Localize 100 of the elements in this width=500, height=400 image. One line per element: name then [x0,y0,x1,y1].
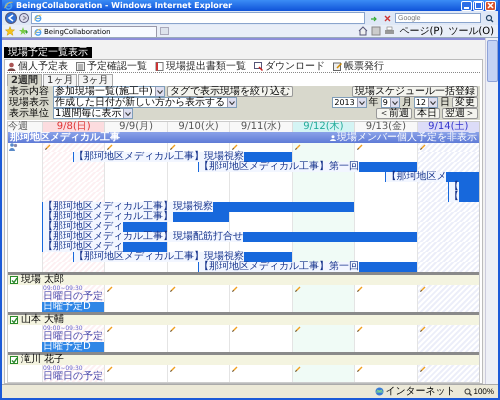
calendar-cell [292,192,354,202]
filter-dropdown[interactable]: 1週間毎に表示 [53,108,134,119]
bulk-register-button[interactable]: 現場スケジュール一括登録 [352,86,478,97]
pencil-icon[interactable] [106,144,114,151]
event-label: 【那珂地区メディ [43,222,123,232]
person-icon [7,62,16,70]
forward-button[interactable] [19,13,29,23]
back-button[interactable] [5,12,17,24]
zoom-button[interactable]: 100% [464,387,494,396]
members-icon[interactable] [9,143,18,151]
toolbar-link[interactable]: 現場提出書類一覧 [155,60,246,72]
event-label: 【那珂地区メディカル工事】現場配筋打合せ [43,232,243,242]
calendar-cell [166,172,230,182]
pencil-icon[interactable] [168,144,176,151]
pencil-icon[interactable] [168,286,176,293]
minimize-button[interactable] [461,0,472,10]
member-checkbox[interactable] [10,276,18,284]
pencil-icon[interactable] [356,366,364,373]
pencil-icon[interactable] [418,366,426,373]
toolbar-link[interactable]: 予定確認一覧 [76,60,147,72]
pencil-icon[interactable] [294,366,301,373]
feed-icon[interactable] [371,26,382,36]
calendar-cell [42,162,104,172]
event-bar[interactable]: 【那珂地区メディカル工事】現場配筋打合せ [42,232,417,242]
pencil-icon[interactable] [231,366,238,373]
toolbar-menu[interactable]: ページ(P) [398,26,444,36]
pencil-icon[interactable] [44,144,51,151]
event-bar[interactable]: 【那珂地区メディ [42,222,167,232]
member-name: 現場 太郎 [21,275,64,285]
calendar-cell [166,192,230,202]
range-tab[interactable]: 2週間 [7,74,42,86]
tag-filter-button[interactable]: タグで表示現場を絞り込む [166,86,293,97]
pencil-icon[interactable] [356,144,364,151]
close-button[interactable] [485,0,496,10]
event-bar[interactable]: 【 [448,182,479,192]
event-bar[interactable]: 【那珂地区メディカル工事】 [42,212,230,222]
pencil-icon[interactable] [356,286,364,293]
home-icon[interactable] [358,26,368,36]
pencil-icon[interactable] [106,366,114,373]
arrows-icon [368,14,378,22]
month-unit: 月 [402,98,412,108]
pencil-icon[interactable] [106,326,114,333]
pencil-icon[interactable] [231,144,238,151]
week-nav-button[interactable]: 本日 [414,108,440,119]
schedule-title[interactable]: 日曜日の予定 [43,332,104,342]
pencil-icon[interactable] [294,286,301,293]
event-bar[interactable]: 【那珂地区メディカル工事】現場視察 [73,252,292,262]
toolbar-link[interactable]: 帳票発行 [333,60,384,72]
event-bar[interactable]: 【那珂地区メ [385,172,479,182]
print-icon[interactable] [384,26,396,36]
pencil-icon[interactable] [294,144,301,151]
caret-icon [125,112,132,116]
event-bar[interactable]: 【那珂地区メディカル工事】第一回 [198,162,417,172]
member-checkbox[interactable] [10,356,18,364]
pencil-icon[interactable] [356,326,364,333]
toolbar-link[interactable]: 個人予定表 [7,60,68,72]
filter-dropdown[interactable]: 作成した日付が新しい方から表示する [53,97,237,108]
event-label: 【那珂地区メディカル工事】現場視察 [43,202,213,212]
toolbar-link[interactable]: ダウンロード [254,60,325,72]
pencil-icon[interactable] [231,326,238,333]
scrollbar-thumb[interactable] [487,40,498,82]
month-dropdown[interactable]: 9 [380,97,400,108]
event-bar[interactable]: 【 [448,192,479,202]
add-favorites-icon[interactable] [18,26,28,36]
day-dropdown[interactable]: 12 [414,97,438,108]
maximize-button[interactable] [473,0,484,10]
calendar-cell [166,242,230,252]
pencil-icon[interactable] [106,286,114,293]
pencil-icon[interactable] [168,366,176,373]
pencil-icon[interactable] [294,326,301,333]
event-bar[interactable]: 【那珂地区メディカル工事】現場視察 [73,152,292,162]
checkmark-icon [11,356,17,364]
search-button[interactable] [483,12,495,24]
calendar-cell [166,222,230,232]
schedule-title[interactable]: 日曜日の予定 [43,372,104,382]
schedule-title[interactable]: 日曜日の予定 [43,292,104,302]
pencil-icon[interactable] [231,286,238,293]
toolbar-menu[interactable]: ツール(O) [447,26,495,36]
range-tab[interactable]: 3ヶ月 [78,74,113,86]
scrollbar[interactable] [485,38,498,384]
week-nav-button[interactable]: ＜前週 [376,108,412,119]
week-nav-button[interactable]: 翌週＞ [442,108,478,119]
event-bar[interactable]: 【那珂地区メディ [42,242,167,252]
favorites-star-icon[interactable] [5,26,15,36]
event-bar[interactable]: 【那珂地区メディカル工事】第一回 [198,262,417,272]
pencil-icon[interactable] [168,326,176,333]
filter-label: 表示単位 [9,108,50,118]
day-header: 9/12(木) [292,122,354,132]
apply-date-button[interactable]: 変更 [452,97,478,108]
filter-label: 表示内容 [9,86,50,96]
filter-dropdown[interactable]: 参加現場一覧(施工中) [53,86,165,97]
pencil-icon[interactable] [418,144,426,151]
event-bar[interactable]: 【那珂地区メディカル工事】現場視察 [42,202,354,212]
calendar-cell [416,262,479,272]
member-checkbox[interactable] [10,316,18,324]
year-dropdown[interactable]: 2013 [332,97,367,108]
pencil-icon[interactable] [418,326,426,333]
range-tab[interactable]: 1ヶ月 [42,74,78,86]
pencil-icon[interactable] [418,286,426,293]
address-field[interactable] [31,12,365,24]
